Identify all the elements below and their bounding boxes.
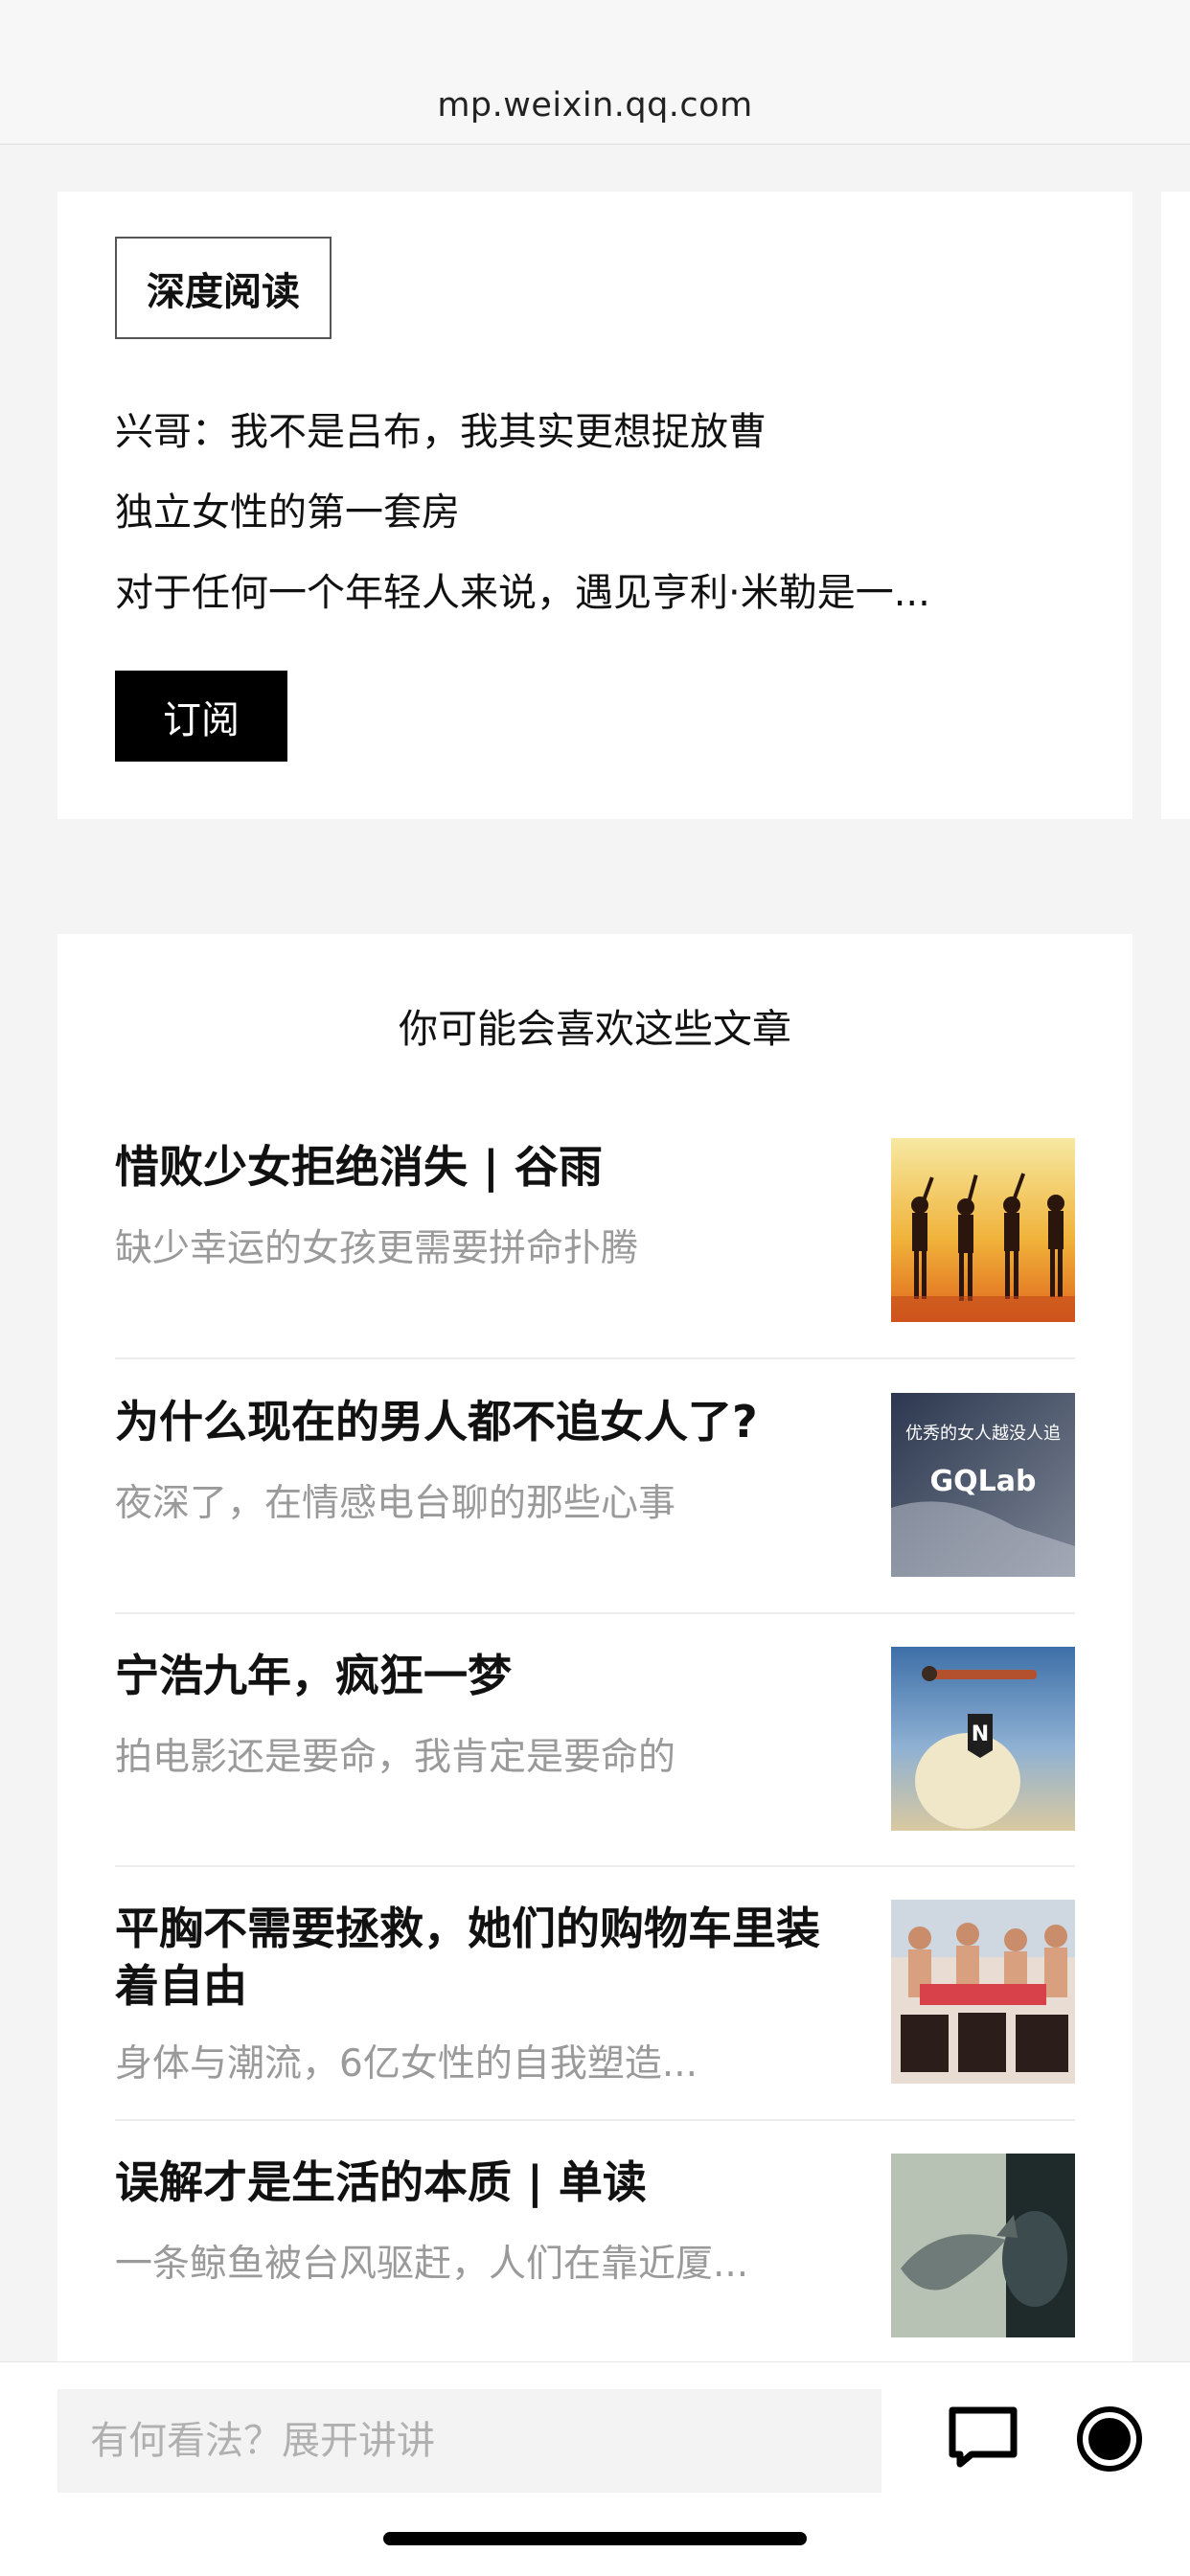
article-item[interactable]: 平胸不需要拯救，她们的购物车里装着自由 身体与潮流，6亿女性的自我塑造... <box>115 1900 1075 2086</box>
thumb-badge-text: N <box>972 1722 989 1746</box>
recent-article-link[interactable]: 兴哥：我不是吕布，我其实更想捉放曹 <box>115 400 767 456</box>
browser-top-bar: mp.weixin.qq.com <box>0 0 1190 145</box>
account-tag[interactable]: 深度阅读 <box>115 237 332 339</box>
recent-article-link[interactable]: 对于任何一个年轻人来说，遇见亨利·米勒是一... <box>115 561 930 617</box>
article-thumbnail <box>891 1138 1075 1322</box>
article-title: 宁浩九年，疯狂一梦 <box>115 1650 512 1701</box>
recommendations-title: 你可能会喜欢这些文章 <box>399 1006 791 1052</box>
article-thumbnail <box>891 1900 1075 2084</box>
article-item[interactable]: 误解才是生活的本质 | 单读 一条鲸鱼被台风驱赶，人们在靠近厦... <box>115 2154 1075 2337</box>
article-item[interactable]: 为什么现在的男人都不追女人了? 夜深了，在情感电台聊的那些心事 优秀的女人越没人… <box>115 1393 1075 1577</box>
subscribe-button[interactable]: 订阅 <box>115 671 287 762</box>
record-icon[interactable] <box>1071 2401 1148 2477</box>
domain-label: mp.weixin.qq.com <box>437 86 753 125</box>
article-subtitle: 身体与潮流，6亿女性的自我塑造... <box>115 2042 698 2086</box>
article-item[interactable]: 宁浩九年，疯狂一梦 拍电影还是要命，我肯定是要命的 N <box>115 1647 1075 1831</box>
article-title: 平胸不需要拯救，她们的购物车里装着自由 <box>115 1903 820 2012</box>
article-thumbnail: 优秀的女人越没人追 GQLab <box>891 1393 1075 1577</box>
article-subtitle: 缺少幸运的女孩更需要拼命扑腾 <box>115 1227 639 1270</box>
thumb-overlay-text: 优秀的女人越没人追 <box>905 1424 1061 1444</box>
article-divider <box>115 2119 1075 2121</box>
gq-logo: GQLab <box>930 1465 1037 1498</box>
article-title: 为什么现在的男人都不追女人了? <box>115 1396 758 1448</box>
article-subtitle: 一条鲸鱼被台风驱赶，人们在靠近厦... <box>115 2243 749 2286</box>
article-subtitle: 拍电影还是要命，我肯定是要命的 <box>115 1736 676 1779</box>
article-subtitle: 夜深了，在情感电台聊的那些心事 <box>115 1482 676 1525</box>
comment-icon[interactable] <box>945 2401 1021 2477</box>
recent-article-link[interactable]: 独立女性的第一套房 <box>115 481 460 536</box>
comment-input[interactable] <box>57 2389 881 2493</box>
article-divider <box>115 1865 1075 1867</box>
article-item[interactable]: 惜败少女拒绝消失 | 谷雨 缺少幸运的女孩更需要拼命扑腾 <box>115 1138 1075 1322</box>
article-thumbnail: N <box>891 1647 1075 1831</box>
article-title: 惜败少女拒绝消失 | 谷雨 <box>115 1141 603 1193</box>
home-indicator <box>383 2532 807 2545</box>
article-title: 误解才是生活的本质 | 单读 <box>115 2156 647 2208</box>
account-card: 深度阅读 兴哥：我不是吕布，我其实更想捉放曹 独立女性的第一套房 对于任何一个年… <box>57 192 1133 819</box>
article-divider <box>115 1612 1075 1614</box>
article-divider <box>115 1357 1075 1359</box>
recommendations-card: 你可能会喜欢这些文章 惜败少女拒绝消失 | 谷雨 缺少幸运的女孩更需要拼命扑腾 <box>57 934 1133 2371</box>
article-thumbnail <box>891 2154 1075 2337</box>
next-card-peek[interactable] <box>1161 192 1190 819</box>
